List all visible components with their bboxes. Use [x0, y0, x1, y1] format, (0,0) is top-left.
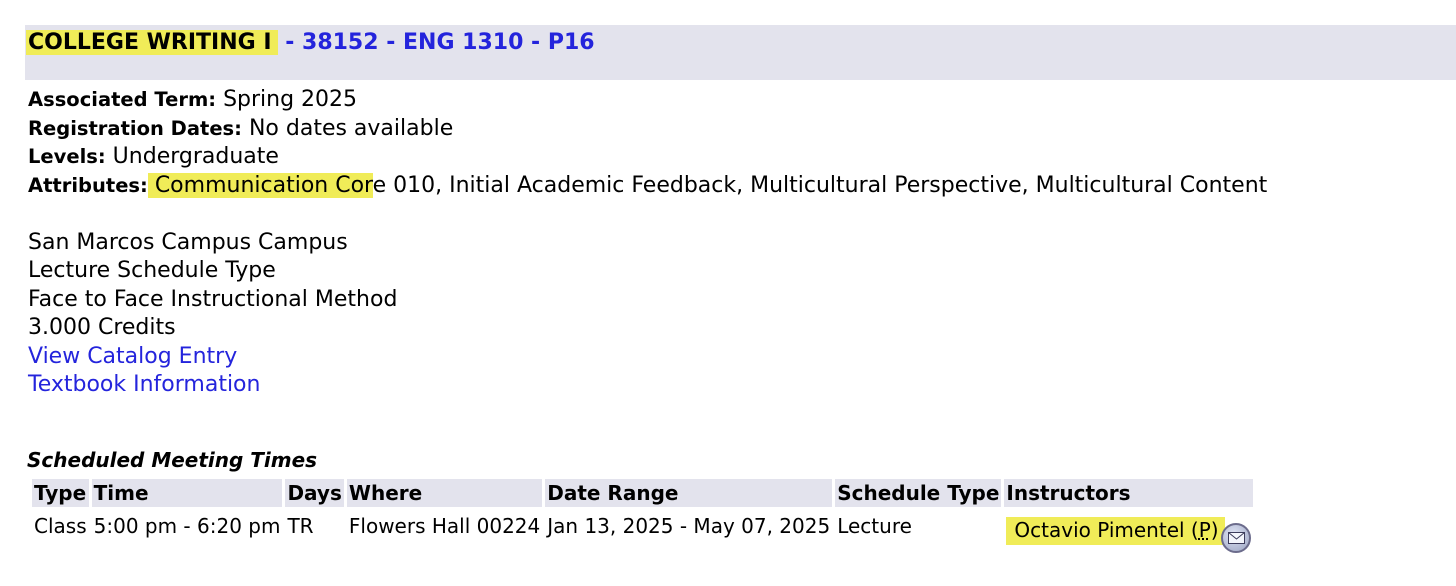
instructor-label: Octavio Pimentel ( — [1014, 518, 1199, 542]
textbook-information-link[interactable]: Textbook Information — [28, 372, 260, 397]
table-header-row: Type Time Days Where Date Range Schedule… — [32, 479, 1253, 507]
schedule-type: Lecture Schedule Type — [28, 258, 276, 283]
column-header-where: Where — [346, 479, 543, 507]
meeting-times-title: Scheduled Meeting Times — [27, 448, 318, 472]
cell-where: Flowers Hall 00224 — [348, 514, 541, 538]
cell-days: TR — [287, 514, 314, 538]
levels-value: Undergraduate — [105, 144, 279, 169]
cell-instructors: Octavio Pimentel (P) — [1004, 510, 1252, 553]
column-header-days: Days — [285, 479, 344, 507]
levels: Levels: Undergraduate — [28, 143, 1267, 172]
attributes-label: Attributes: — [28, 173, 148, 197]
column-header-date-range: Date Range — [545, 479, 833, 507]
course-title: COLLEGE WRITING I - 38152 - ENG 1310 - P… — [26, 29, 595, 57]
instructional-method: Face to Face Instructional Method — [28, 286, 398, 312]
term-label: Associated Term: — [28, 88, 217, 111]
course-details: Associated Term: Spring 2025 Registratio… — [28, 86, 1267, 400]
column-header-time: Time — [91, 479, 283, 507]
meeting-times-table: Type Time Days Where Date Range Schedule… — [29, 476, 1256, 554]
attributes-value: e 010, Initial Academic Feedback, Multic… — [372, 172, 1268, 198]
view-catalog-entry-link[interactable]: View Catalog Entry — [28, 344, 237, 369]
attributes-highlight: Communication Cor — [147, 172, 373, 198]
registration-dates: Registration Dates: No dates available — [28, 115, 1267, 144]
reg-label: Registration Dates: — [28, 116, 242, 140]
course-code: - 38152 - ENG 1310 - P16 — [277, 30, 595, 55]
cell-time: 5:00 pm - 6:20 pm — [93, 514, 281, 538]
column-header-type: Type — [32, 479, 89, 507]
table-row: Class 5:00 pm - 6:20 pm TR Flowers Hall … — [32, 510, 1253, 553]
cell-schedule-type: Lecture — [837, 514, 912, 538]
column-header-instructors: Instructors — [1004, 479, 1253, 507]
course-name: COLLEGE WRITING I — [26, 30, 278, 55]
associated-term: Associated Term: Spring 2025 — [28, 86, 1267, 115]
levels-label: Levels: — [28, 145, 106, 168]
instructor-name: Octavio Pimentel (P) — [1006, 517, 1225, 545]
primary-instructor-link[interactable]: P — [1199, 518, 1211, 542]
term-value: Spring 2025 — [216, 87, 358, 112]
attributes: Attributes: Communication Core 010, Init… — [28, 172, 1267, 201]
email-icon[interactable] — [1220, 522, 1251, 553]
cell-date-range: Jan 13, 2025 - May 07, 2025 — [547, 514, 831, 538]
column-header-schedule-type: Schedule Type — [835, 479, 1002, 507]
instructor-paren: ) — [1210, 518, 1219, 542]
reg-value: No dates available — [241, 115, 454, 141]
credits: 3.000 Credits — [28, 315, 176, 340]
campus: San Marcos Campus Campus — [28, 229, 348, 255]
cell-type: Class — [34, 514, 87, 538]
